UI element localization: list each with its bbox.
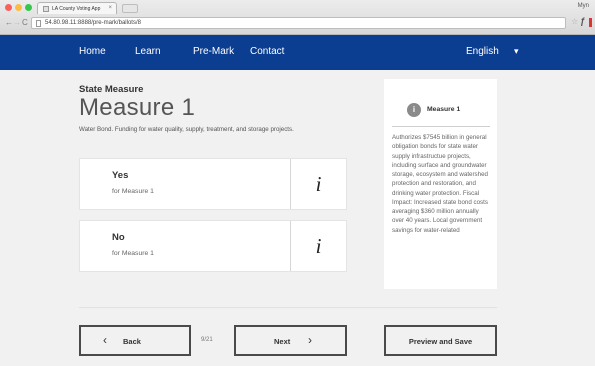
divider <box>79 307 497 308</box>
choice-yes-card[interactable]: Yes for Measure 1 i <box>79 158 347 210</box>
minimize-window-icon[interactable] <box>15 4 22 11</box>
choice-sublabel: for Measure 1 <box>112 250 154 257</box>
info-icon[interactable]: i <box>291 159 346 209</box>
choice-no-card[interactable]: No for Measure 1 i <box>79 220 347 272</box>
language-selector[interactable]: English <box>466 46 499 57</box>
extension-icon[interactable]: ƒ <box>580 16 585 26</box>
choice-sublabel: for Measure 1 <box>112 188 154 195</box>
choice-label: No <box>112 232 125 243</box>
new-tab-button[interactable] <box>122 4 138 13</box>
top-navigation: Home Learn Pre-Mark Contact English ▾ <box>0 35 595 70</box>
maximize-window-icon[interactable] <box>25 4 32 11</box>
browser-profile-name[interactable]: Myn <box>578 3 589 9</box>
bookmark-star-icon[interactable]: ☆ <box>571 17 578 26</box>
next-button-label: Next <box>274 337 291 346</box>
preview-button-label: Preview and Save <box>408 337 473 346</box>
reload-icon[interactable]: C <box>22 19 28 27</box>
info-icon[interactable]: i <box>291 221 346 271</box>
info-panel-title: Measure 1 <box>427 106 461 113</box>
page-title: Measure 1 <box>79 94 196 121</box>
browser-chrome: LA County Voting App × Myn ← → C 54.80.9… <box>0 0 595 35</box>
chevron-down-icon[interactable]: ▾ <box>514 46 519 57</box>
page-counter: 9/21 <box>201 337 213 343</box>
page-icon <box>36 20 41 27</box>
tab-title: LA County Voting App <box>52 6 101 12</box>
chevron-right-icon: › <box>308 333 312 347</box>
nav-pre-mark[interactable]: Pre-Mark <box>193 46 234 57</box>
measure-info-panel[interactable]: i Measure 1 Authorizes $7545 billion in … <box>384 79 497 289</box>
back-button[interactable]: ‹ Back <box>79 325 191 356</box>
page: Home Learn Pre-Mark Contact English ▾ St… <box>0 35 595 366</box>
forward-arrow-icon[interactable]: → <box>13 19 21 27</box>
preview-and-save-button[interactable]: Preview and Save <box>384 325 497 356</box>
info-panel-body: Authorizes $7545 billion in general obli… <box>392 134 488 234</box>
divider <box>392 126 490 127</box>
next-button[interactable]: Next › <box>234 325 347 356</box>
back-arrow-icon[interactable]: ← <box>5 19 13 27</box>
nav-learn[interactable]: Learn <box>135 46 161 57</box>
browser-tab[interactable]: LA County Voting App × <box>37 2 117 14</box>
browser-menu-icon[interactable] <box>589 18 592 27</box>
address-bar-url: 54.80.98.11:8888/pre-mark/ballots/8 <box>45 20 141 26</box>
choice-label: Yes <box>112 170 129 181</box>
nav-home[interactable]: Home <box>79 46 106 57</box>
chevron-left-icon: ‹ <box>103 333 107 347</box>
back-button-label: Back <box>123 337 141 346</box>
info-circle-icon: i <box>407 103 421 117</box>
tab-close-icon[interactable]: × <box>108 5 112 11</box>
close-window-icon[interactable] <box>5 4 12 11</box>
measure-description: Water Bond. Funding for water quality, s… <box>79 126 294 133</box>
nav-contact[interactable]: Contact <box>250 46 284 57</box>
address-bar[interactable]: 54.80.98.11:8888/pre-mark/ballots/8 <box>31 17 566 29</box>
tab-favicon-icon <box>43 6 49 12</box>
